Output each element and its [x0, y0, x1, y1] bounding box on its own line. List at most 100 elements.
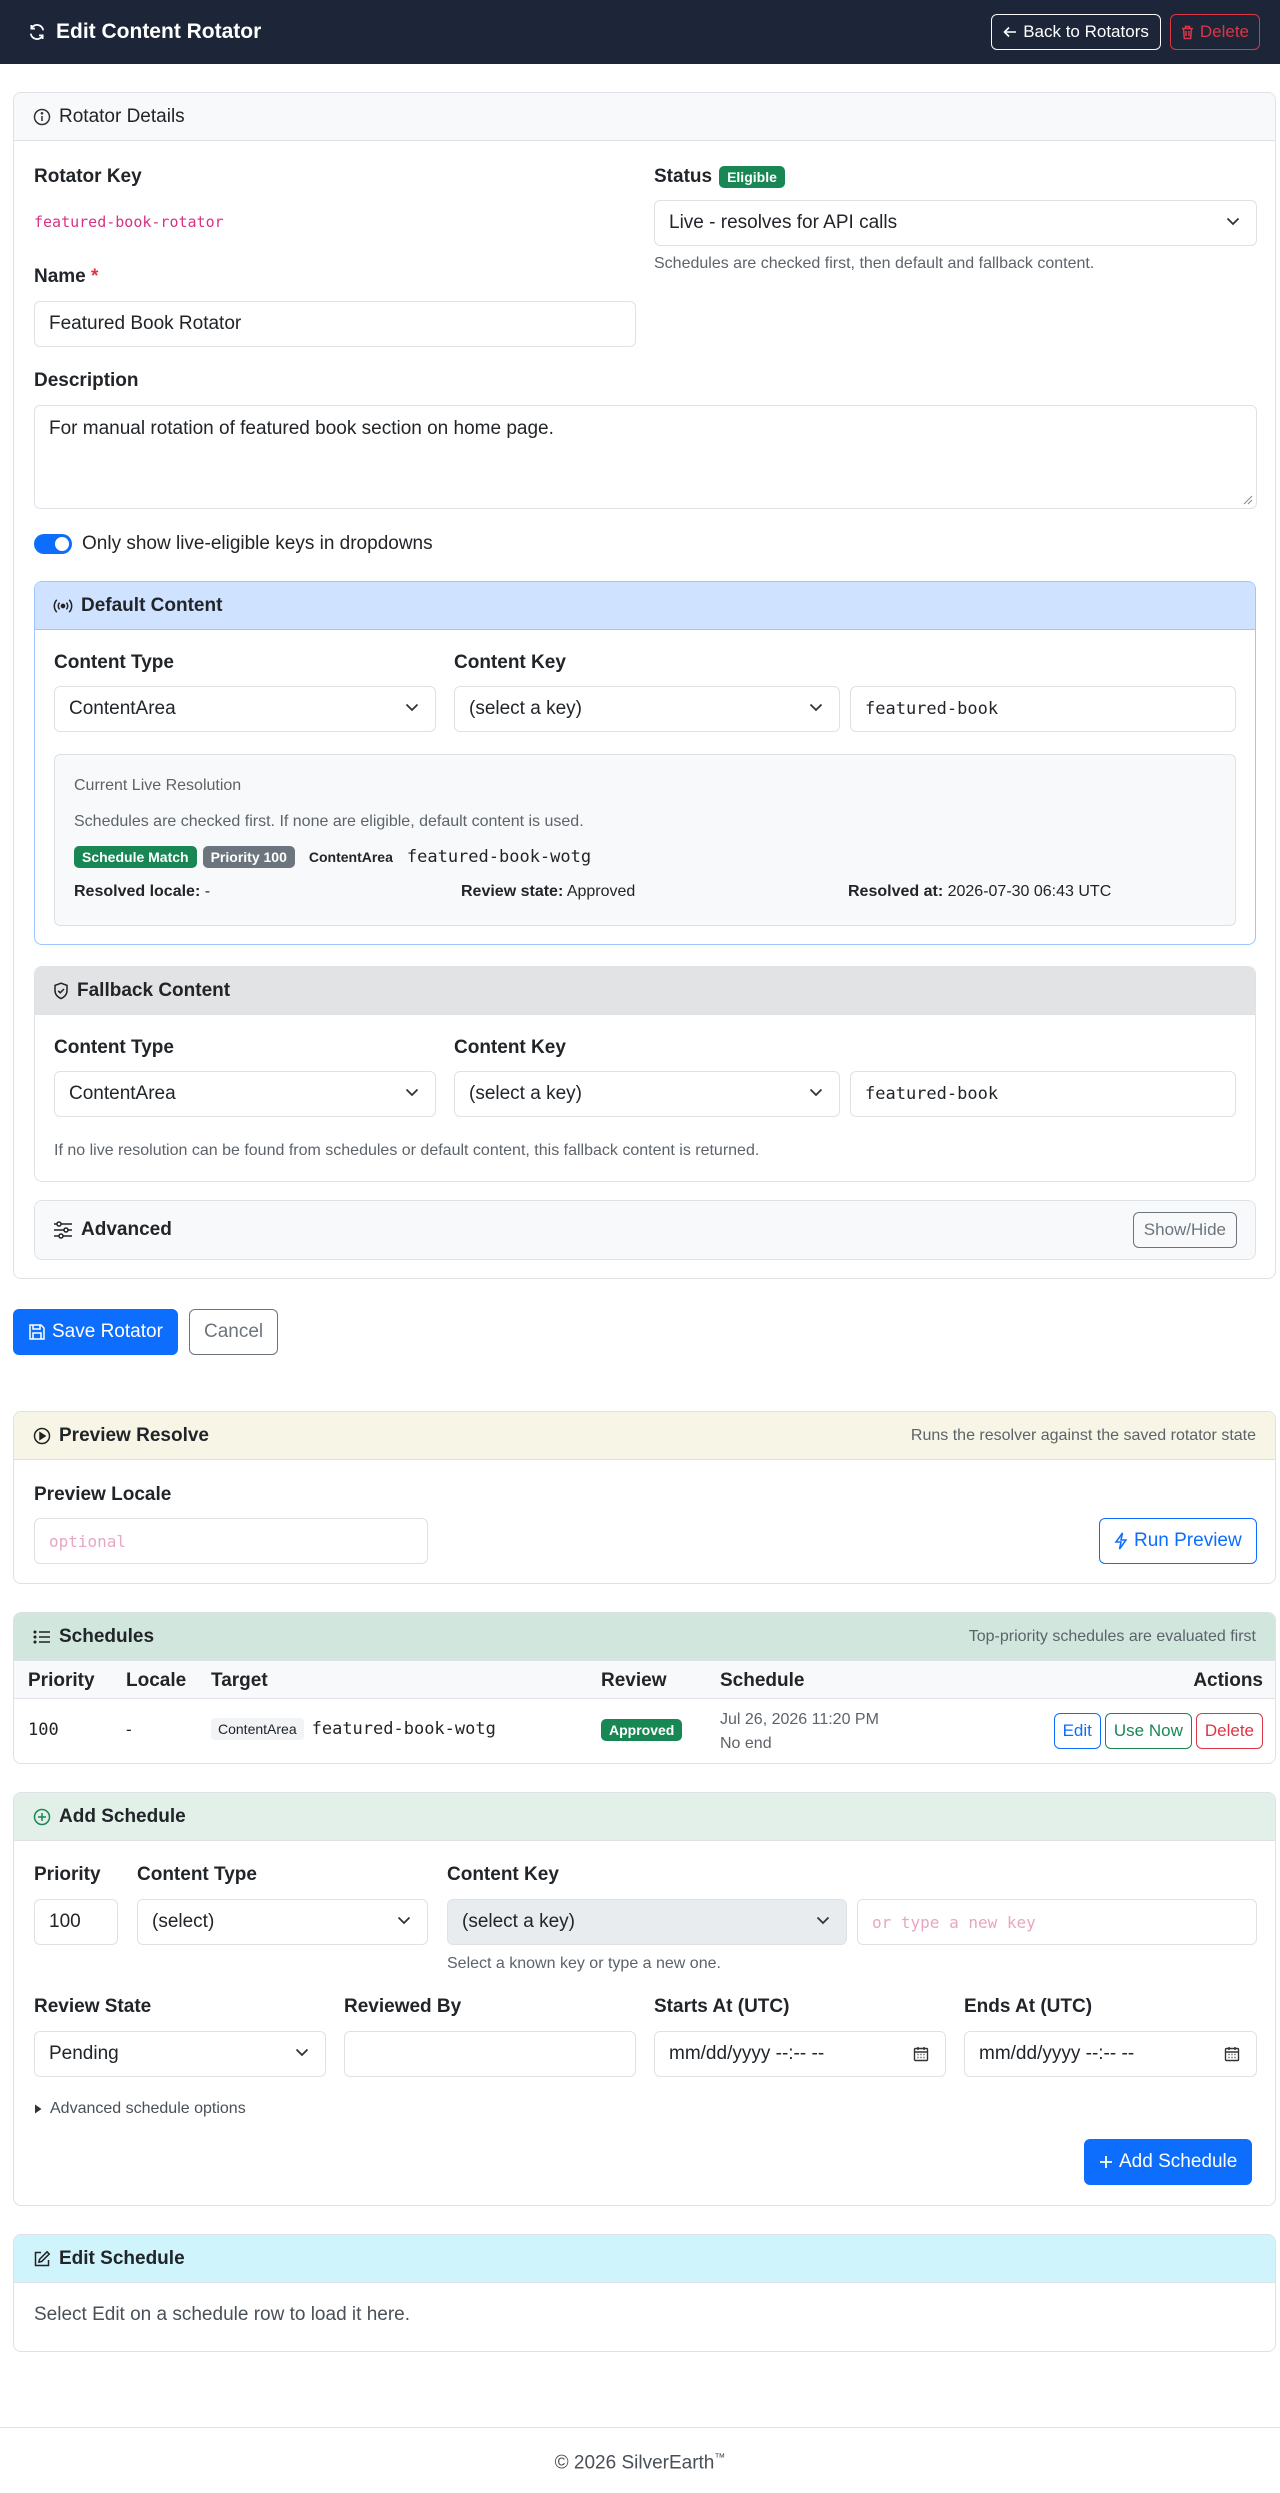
- run-preview-button[interactable]: Run Preview: [1099, 1518, 1257, 1564]
- edit-schedule-empty: Select Edit on a schedule row to load it…: [34, 2304, 411, 2325]
- chevron-down-icon: [816, 1916, 830, 1925]
- review-state: Review state: Approved: [461, 883, 635, 901]
- cancel-button[interactable]: Cancel: [189, 1309, 279, 1355]
- schedules-card: Schedules Top-priority schedules are eva…: [13, 1612, 1276, 1764]
- review-state-select[interactable]: Pending: [34, 2031, 326, 2077]
- starts-at-label: Starts At (UTC): [654, 1996, 790, 2017]
- description-textarea[interactable]: For manual rotation of featured book sec…: [34, 405, 1257, 509]
- col-target: Target: [211, 1670, 268, 1691]
- fallback-content-key-input[interactable]: featured-book: [850, 1071, 1236, 1117]
- resolved-at-label: Resolved at:: [848, 883, 944, 900]
- row-schedule-start: Jul 26, 2026 11:20 PM: [720, 1711, 879, 1728]
- advanced-title: Advanced: [81, 1219, 172, 1240]
- caret-right-icon: [34, 2104, 42, 2114]
- default-content-type-select[interactable]: ContentArea: [54, 686, 436, 732]
- lightning-icon: [1114, 1532, 1128, 1550]
- ends-at-input[interactable]: mm/dd/yyyy --:-- --: [964, 2031, 1257, 2077]
- starts-at-input[interactable]: mm/dd/yyyy --:-- --: [654, 2031, 946, 2077]
- delete-rotator-button[interactable]: Delete: [1169, 14, 1260, 50]
- preview-locale-input[interactable]: optional: [34, 1518, 428, 1564]
- run-preview-label: Run Preview: [1134, 1530, 1242, 1551]
- add-content-key-select-value: (select a key): [462, 1911, 575, 1932]
- review-state-value: Approved: [566, 883, 636, 900]
- live-resolution-title: Current Live Resolution: [74, 777, 242, 794]
- back-to-rotators-button[interactable]: Back to Rotators: [991, 14, 1161, 50]
- edit-schedule-title: Edit Schedule: [59, 2247, 185, 2269]
- default-content-key-select[interactable]: (select a key): [454, 686, 840, 732]
- row-target-type: ContentArea: [211, 1718, 304, 1740]
- default-content-type-value: ContentArea: [69, 698, 176, 719]
- top-navbar: Edit Content Rotator Back to Rotators De…: [0, 0, 1280, 64]
- add-content-type-select[interactable]: (select): [137, 1899, 428, 1945]
- floppy-disk-icon: [28, 1323, 46, 1341]
- rotator-key-label: Rotator Key: [34, 166, 142, 187]
- starts-at-placeholder: mm/dd/yyyy --:-- --: [669, 2043, 825, 2064]
- advanced-panel: Advanced Show/Hide: [34, 1200, 1256, 1260]
- schedules-table-head: Priority Locale Target Review Schedule A…: [14, 1661, 1275, 1699]
- name-label-group: Name *: [34, 266, 98, 288]
- add-content-type-value: (select): [152, 1911, 215, 1932]
- status-label-group: Status Eligible: [654, 166, 785, 188]
- pencil-square-icon: [33, 2250, 51, 2268]
- live-eligible-toggle[interactable]: [34, 534, 72, 554]
- add-schedule-card: Add Schedule Priority 100 Content Type (…: [13, 1792, 1276, 2206]
- reviewed-by-input[interactable]: [344, 2031, 636, 2077]
- resolution-type: ContentArea: [308, 849, 393, 865]
- status-select[interactable]: Live - resolves for API calls: [654, 200, 1257, 246]
- schedules-header: Schedules Top-priority schedules are eva…: [14, 1613, 1275, 1661]
- calendar-icon[interactable]: [1224, 2046, 1240, 2062]
- page-title: Edit Content Rotator: [56, 20, 262, 43]
- rotator-details-title: Rotator Details: [59, 105, 185, 127]
- resize-handle-icon: [1243, 495, 1253, 505]
- save-rotator-label: Save Rotator: [52, 1321, 163, 1342]
- fallback-content-header: Fallback Content: [35, 967, 1255, 1015]
- fallback-content-key-select[interactable]: (select a key): [454, 1071, 840, 1117]
- advanced-toggle-button[interactable]: Show/Hide: [1132, 1212, 1237, 1248]
- col-review: Review: [601, 1670, 667, 1691]
- back-label: Back to Rotators: [1023, 22, 1149, 41]
- advanced-schedule-options-label: Advanced schedule options: [50, 2100, 246, 2117]
- fallback-content-panel: Fallback Content Content Type ContentAre…: [34, 966, 1256, 1182]
- edit-schedule-header: Edit Schedule: [14, 2235, 1275, 2283]
- live-resolution-box: Current Live Resolution Schedules are ch…: [54, 754, 1236, 926]
- default-content-key-input[interactable]: featured-book: [850, 686, 1236, 732]
- row-use-now-button[interactable]: Use Now: [1104, 1713, 1192, 1749]
- save-rotator-button[interactable]: Save Rotator: [13, 1309, 178, 1355]
- review-state-label: Review state:: [461, 883, 564, 900]
- add-content-key-select[interactable]: (select a key): [447, 1899, 847, 1945]
- status-label: Status: [654, 166, 713, 187]
- add-priority-input[interactable]: 100: [34, 1899, 118, 1945]
- calendar-icon[interactable]: [913, 2046, 929, 2062]
- fallback-content-type-label: Content Type: [54, 1037, 174, 1058]
- delete-label: Delete: [1199, 22, 1249, 41]
- rotator-details-card: Rotator Details Rotator Key featured-boo…: [13, 92, 1276, 1279]
- row-target-key: featured-book-wotg: [311, 1719, 496, 1739]
- add-schedule-header: Add Schedule: [14, 1793, 1275, 1841]
- resolution-key: featured-book-wotg: [406, 847, 592, 867]
- advanced-schedule-options[interactable]: Advanced schedule options: [34, 2100, 246, 2118]
- row-actions: Edit Use Now Delete: [1053, 1713, 1263, 1749]
- rotate-icon: [28, 23, 46, 41]
- row-locale: -: [126, 1720, 132, 1739]
- schedule-match-badge: Schedule Match: [74, 846, 197, 868]
- description-value: For manual rotation of featured book sec…: [49, 418, 554, 439]
- add-content-key-input[interactable]: or type a new key: [857, 1899, 1257, 1945]
- plus-icon: [1099, 2155, 1113, 2169]
- fallback-content-type-value: ContentArea: [69, 1083, 176, 1104]
- status-help: Schedules are checked first, then defaul…: [654, 255, 1095, 272]
- row-edit-button[interactable]: Edit: [1053, 1713, 1101, 1749]
- fallback-content-type-select[interactable]: ContentArea: [54, 1071, 436, 1117]
- add-priority-value: 100: [49, 1911, 81, 1932]
- resolved-at: Resolved at: 2026-07-30 06:43 UTC: [848, 883, 1111, 901]
- preview-locale-label: Preview Locale: [34, 1484, 172, 1505]
- default-content-panel: Default Content Content Type ContentArea…: [34, 581, 1256, 945]
- broadcast-icon: [53, 598, 73, 614]
- row-delete-button[interactable]: Delete: [1195, 1713, 1263, 1749]
- default-content-key-label: Content Key: [454, 652, 566, 673]
- chevron-down-icon: [1226, 217, 1240, 226]
- name-input[interactable]: Featured Book Rotator: [34, 301, 636, 347]
- add-schedule-button[interactable]: Add Schedule: [1084, 2139, 1253, 2185]
- status-select-value: Live - resolves for API calls: [669, 212, 898, 233]
- schedules-note: Top-priority schedules are evaluated fir…: [968, 1627, 1256, 1645]
- fallback-help: If no live resolution can be found from …: [54, 1142, 760, 1159]
